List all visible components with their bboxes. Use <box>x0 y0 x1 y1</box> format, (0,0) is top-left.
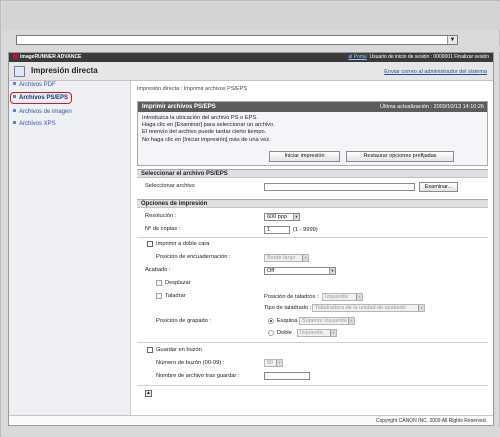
login-info[interactable]: Usuario de inicio de sesión : 0000001 Fi… <box>369 54 489 60</box>
page-header: Impresión directa Enviar correo al admin… <box>9 62 493 81</box>
file-name-label: Nombre de archivo tras guardar : <box>156 373 240 379</box>
direct-print-icon <box>14 66 25 77</box>
double-select[interactable]: Izquierda ▼ <box>297 329 337 337</box>
last-update: Última actualización : 2009/10/13 14:10:… <box>380 104 484 110</box>
browser-window: ▼ imageRUNNER ADVANCE al Portal Usuario … <box>0 0 500 437</box>
chevron-down-icon: ▼ <box>418 305 424 311</box>
page-top-icon[interactable]: ▲ <box>145 390 152 397</box>
print-options-header: Opciones de impresión <box>137 199 488 208</box>
chevron-down-icon: ▼ <box>330 330 336 336</box>
duplex-checkbox[interactable] <box>147 241 153 247</box>
offset-label: Desplazar <box>165 280 191 286</box>
double-radio[interactable] <box>268 330 274 336</box>
bullet-icon <box>13 109 16 112</box>
copyright: Copyright CANON INC. 2009 All Rights Res… <box>375 418 487 424</box>
brand-logo: imageRUNNER ADVANCE <box>13 53 81 62</box>
offset-checkbox[interactable] <box>156 280 162 286</box>
chevron-down-icon: ▼ <box>348 318 354 324</box>
sidebar-item-ps-eps[interactable]: Archivos PS/EPS <box>13 95 68 101</box>
corner-radio[interactable] <box>268 318 274 324</box>
box-no-label: Número de buzón (00-99) : <box>156 360 225 366</box>
store-checkbox[interactable] <box>147 347 153 353</box>
binding-select[interactable]: Borde largo ▼ <box>264 254 309 262</box>
footer: Copyright CANON INC. 2009 All Rights Res… <box>9 415 493 425</box>
bullet-icon <box>13 82 16 85</box>
punch-pos-label: Posición de taladros : <box>264 294 319 300</box>
chevron-down-icon: ▼ <box>293 214 299 220</box>
print-panel-header: Imprimir archivos PS/EPS Última actualiz… <box>138 102 487 112</box>
duplex-label: Imprimir a doble cara <box>156 241 210 247</box>
mail-admin-link[interactable]: Enviar correo al administrador del siste… <box>384 69 487 75</box>
browse-button[interactable]: Examinar... <box>419 182 458 192</box>
copies-input[interactable]: 1 <box>264 226 290 234</box>
sidebar-item-image[interactable]: Archivos de imagen <box>13 109 72 115</box>
store-label: Guardar en buzón <box>156 347 202 353</box>
remote-ui-page: imageRUNNER ADVANCE al Portal Usuario de… <box>8 52 494 426</box>
punch-checkbox[interactable] <box>156 293 162 299</box>
corner-label: Esquina <box>277 318 298 324</box>
print-instructions: Introduzca la ubicación del archivo PS o… <box>138 112 487 165</box>
double-label: Doble <box>277 330 292 336</box>
punch-type-select[interactable]: Taladradora de la unidad de acabado ▼ <box>312 304 425 312</box>
punch-pos-select[interactable]: Izquierda ▼ <box>322 293 363 301</box>
sidebar: Archivos PDF Archivos PS/EPS Archivos de… <box>9 81 131 415</box>
finish-label: Acabado : <box>145 267 171 273</box>
copies-range: (1 - 9999) <box>293 227 318 233</box>
print-panel: Imprimir archivos PS/EPS Última actualiz… <box>137 101 488 166</box>
chevron-down-icon: ▼ <box>276 360 282 366</box>
copies-label: Nº de copias : <box>145 226 181 232</box>
finish-select[interactable]: Off ▼ <box>264 267 336 275</box>
bullet-icon <box>13 121 16 124</box>
top-bar: imageRUNNER ADVANCE al Portal Usuario de… <box>9 53 493 62</box>
address-dropdown-button[interactable]: ▼ <box>447 36 457 44</box>
resolution-select[interactable]: 600 ppp ▼ <box>264 213 300 221</box>
chevron-down-icon: ▼ <box>302 255 308 261</box>
breadcrumb: Impresión directa : Imprimir archivos PS… <box>137 86 248 92</box>
corner-select[interactable]: Superior izquierda ▼ <box>299 317 355 325</box>
address-bar[interactable]: ▼ <box>16 35 458 45</box>
portal-link[interactable]: al Portal <box>348 54 366 60</box>
canon-logo-icon <box>13 54 18 59</box>
chevron-down-icon: ▼ <box>329 268 335 274</box>
user-info: al Portal Usuario de inicio de sesión : … <box>348 53 489 62</box>
breadcrumb-current: Imprimir archivos PS/EPS <box>183 86 248 92</box>
resolution-label: Resolución : <box>145 213 177 219</box>
staple-label: Posición de grapado : <box>156 318 212 324</box>
main-content: Impresión directa : Imprimir archivos PS… <box>133 81 493 415</box>
start-print-button[interactable]: Iniciar impresión <box>269 151 340 162</box>
select-file-label: Seleccionar archivo <box>145 183 195 189</box>
breadcrumb-root[interactable]: Impresión directa <box>137 86 179 92</box>
select-file-header: Seleccionar el archivo PS/EPS <box>137 169 488 178</box>
page-title: Impresión directa <box>31 66 98 75</box>
binding-label: Posición de encuadernación : <box>156 254 231 260</box>
sidebar-item-xps[interactable]: Archivos XPS <box>13 121 56 127</box>
chevron-down-icon: ▼ <box>356 294 362 300</box>
punch-type-label: Tipo de taladrado : <box>264 305 312 311</box>
file-name-input[interactable] <box>264 372 310 380</box>
sidebar-item-pdf[interactable]: Archivos PDF <box>13 82 56 88</box>
file-path-input[interactable] <box>264 183 415 191</box>
restore-defaults-button[interactable]: Restaurar opciones prefijadas <box>346 151 454 162</box>
bullet-icon <box>13 95 16 98</box>
punch-label: Taladrar <box>165 293 186 299</box>
browser-toolbar <box>2 2 500 30</box>
box-no-select[interactable]: 00 ▼ <box>264 359 283 367</box>
